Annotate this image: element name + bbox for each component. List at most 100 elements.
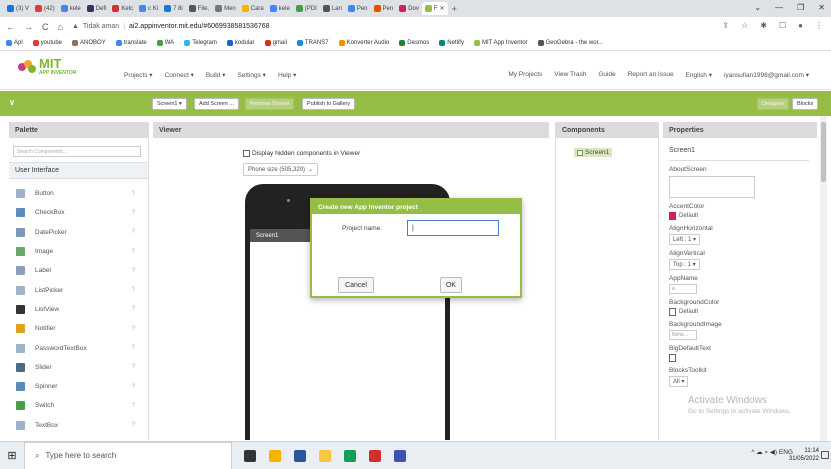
palette-item-notifier[interactable]: Notifier? [9,319,148,338]
browser-tab[interactable]: F ✕ [421,2,448,15]
bookmark-item[interactable]: GeoGebra - the wor... [537,40,603,46]
bookmark-item[interactable]: MIT App Inventor [473,40,528,46]
notification-icon[interactable] [821,451,829,459]
add-screen-button[interactable]: Add Screen ... [194,98,239,110]
language-dropdown[interactable]: English ▾ [686,71,712,79]
bookmark-item[interactable]: WA [156,40,174,46]
url-field[interactable]: ▲ Tidak aman | ai2.appinventor.mit.edu/#… [72,23,270,30]
browser-tab[interactable]: Lan [320,2,345,15]
account-dropdown[interactable]: iyansufian1998@gmail.com ▾ [724,71,809,79]
app-red-icon[interactable] [369,449,381,462]
help-icon[interactable]: ? [132,191,135,197]
palette-item-button[interactable]: Button? [9,184,148,203]
edge-icon[interactable] [344,449,356,462]
star-icon[interactable]: ☆ [741,21,748,30]
publish-gallery-button[interactable]: Publish to Gallery [302,98,356,110]
app-blue-icon[interactable] [394,449,406,462]
help-icon[interactable]: ? [132,229,135,235]
menu-connect[interactable]: Connect ▾ [165,71,194,79]
align-horizontal-select[interactable]: Left : 1 ▾ [669,234,701,245]
task-view-icon[interactable] [244,449,256,462]
help-icon[interactable]: ? [132,268,135,274]
bookmark-item[interactable]: Konverter Audio [338,40,389,46]
windows-start-icon[interactable]: ⊞ [0,442,24,469]
palette-item-listview[interactable]: ListView? [9,300,148,319]
browser-tab[interactable]: Dov [396,2,422,15]
menu-icon[interactable]: ⋮ [815,21,823,30]
browser-tab[interactable]: Kelc [109,2,136,15]
cancel-button[interactable]: Cancel [338,277,374,293]
tree-node-screen1[interactable]: Screen1 [574,148,613,157]
help-icon[interactable]: ? [132,287,135,293]
minimize-button[interactable]: — [775,3,783,12]
forward-button[interactable]: → [24,22,33,32]
view-trash-link[interactable]: View Trash [554,71,586,79]
palette-item-passwordtextbox[interactable]: PasswordTextBox? [9,338,148,357]
palette-item-spinner[interactable]: Spinner? [9,377,148,396]
bookmark-item[interactable]: kodular [226,40,255,46]
help-icon[interactable]: ? [132,326,135,332]
menu-build[interactable]: Build ▾ [206,71,226,79]
guide-link[interactable]: Guide [598,71,615,79]
hidden-components-checkbox[interactable]: Display hidden components in Viewer [243,150,360,157]
blocks-toolkit-select[interactable]: All ▾ [669,376,689,387]
share-icon[interactable]: ⇪ [722,21,729,30]
bookmark-item[interactable]: Desmos [399,40,429,46]
help-icon[interactable]: ? [132,364,135,370]
scrollbar-thumb[interactable] [821,122,826,182]
help-icon[interactable]: ? [132,384,135,390]
page-scrollbar[interactable] [820,116,827,441]
help-icon[interactable]: ? [132,210,135,216]
browser-tab[interactable]: Cara [239,2,267,15]
browser-tab[interactable]: Pen [371,2,397,15]
maximize-button[interactable]: ❐ [797,3,804,12]
taskbar-clock[interactable]: 11:14 31/05/2022 [789,447,819,463]
palette-item-switch[interactable]: Switch? [9,396,148,415]
bookmark-item[interactable]: Apl [6,40,23,46]
browser-tab[interactable]: Pen [345,2,371,15]
blocks-button[interactable]: Blocks [792,98,819,110]
palette-item-image[interactable]: Image? [9,242,148,261]
chrome-icon[interactable] [269,449,281,462]
collapse-chevron-icon[interactable]: ∨ [9,98,15,107]
sidebar-icon[interactable]: ☐ [779,21,786,30]
word-icon[interactable] [294,449,306,462]
about-screen-textarea[interactable] [669,176,755,198]
bookmark-item[interactable]: Netlify [439,40,464,46]
category-user-interface[interactable]: User Interface [9,162,148,179]
browser-tab[interactable]: kele [58,2,84,15]
help-icon[interactable]: ? [132,306,135,312]
palette-item-checkbox[interactable]: CheckBox? [9,203,148,222]
bookmark-item[interactable]: youtube [32,40,62,46]
back-button[interactable]: ← [6,22,15,32]
mit-logo[interactable]: MIT APP INVENTOR [18,57,76,76]
explorer-icon[interactable] [319,449,331,462]
help-icon[interactable]: ? [132,249,135,255]
palette-search-input[interactable]: Search Components... [13,146,141,157]
menu-projects[interactable]: Projects ▾ [124,71,153,79]
reload-button[interactable]: C [42,22,49,32]
extensions-icon[interactable]: ✱ [760,21,767,30]
browser-tab[interactable]: (42) [32,2,58,15]
app-name-input[interactable]: a [669,284,697,294]
tab-search-icon[interactable]: ⌄ [754,3,761,12]
screen-select[interactable]: Screen1 ▾ [152,98,187,110]
help-icon[interactable]: ? [132,345,135,351]
checkbox-box[interactable] [243,150,250,157]
report-issue-link[interactable]: Report an Issue [628,71,674,79]
menu-help[interactable]: Help ▾ [278,71,296,79]
accent-color-picker[interactable]: Default [669,212,809,220]
help-icon[interactable]: ? [132,403,135,409]
project-name-input[interactable]: | [407,220,499,236]
browser-tab[interactable]: File, [186,2,212,15]
palette-item-listpicker[interactable]: ListPicker? [9,280,148,299]
browser-tab[interactable]: 7 8i [161,2,186,15]
browser-tab[interactable]: (3) V [4,2,32,15]
align-vertical-select[interactable]: Top : 1 ▾ [669,259,700,270]
browser-tab[interactable]: kele [267,2,293,15]
menu-settings[interactable]: Settings ▾ [237,71,266,79]
phone-size-dropdown[interactable]: Phone size (505,320) ⌄ [243,163,319,176]
system-tray[interactable]: ^ ☁ ⌕ ◀) ENG [751,448,793,457]
browser-tab[interactable]: Defi [84,2,110,15]
background-color-picker[interactable]: Default [669,308,809,316]
